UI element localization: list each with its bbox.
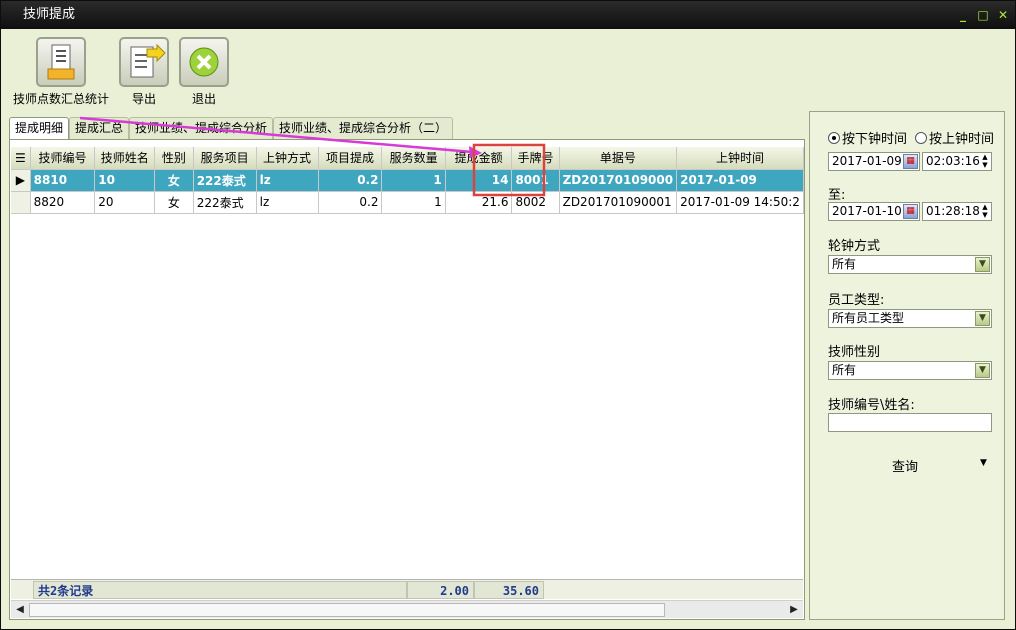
calendar-icon[interactable]: ▦: [903, 154, 918, 169]
export-icon: [119, 37, 169, 87]
annotation-overlay: [79, 116, 546, 197]
spinner-icon[interactable]: ▲ ▼: [980, 203, 990, 220]
exit-button[interactable]: 退出: [177, 33, 231, 107]
from-date-value: 2017-01-09: [832, 154, 902, 168]
report-stats-icon: [36, 37, 86, 87]
amount-total: 35.60: [474, 581, 544, 599]
radio-on-icon[interactable]: [828, 132, 840, 144]
calendar-icon[interactable]: ▦: [903, 204, 918, 219]
from-date-field[interactable]: 2017-01-09 ▦: [828, 152, 920, 171]
record-count: 共2条记录: [33, 581, 407, 599]
radio-label: 按下钟时间: [842, 132, 908, 147]
radio-checkin-time[interactable]: 按上钟时间: [915, 128, 994, 147]
scroll-right-icon[interactable]: ▶: [787, 603, 801, 617]
stats-button-label: 技师点数汇总统计: [12, 92, 109, 106]
tech-id-label: 技师编号\姓名:: [828, 398, 915, 413]
gender-select[interactable]: 所有 ▼: [828, 361, 992, 380]
highlight-box: [472, 143, 546, 197]
scroll-left-icon[interactable]: ◀: [13, 603, 27, 617]
to-label: 至:: [828, 188, 846, 203]
rotation-select[interactable]: 所有 ▼: [828, 255, 992, 274]
tab-commission-detail[interactable]: 提成明细: [9, 117, 70, 139]
spinner-icon[interactable]: ▲ ▼: [980, 153, 990, 170]
to-date-value: 2017-01-10: [832, 204, 902, 218]
grid-footer: 共2条记录 2.00 35.60: [11, 579, 803, 599]
staff-type-select[interactable]: 所有员工类型 ▼: [828, 309, 992, 328]
tech-id-input[interactable]: [828, 413, 992, 432]
stats-button[interactable]: 技师点数汇总统计: [9, 33, 113, 107]
toolbar: 技师点数汇总统计 导出 退出: [5, 33, 805, 109]
from-time-value: 02:03:16: [926, 154, 980, 168]
annotation-arrow: [79, 116, 473, 154]
from-time-field[interactable]: 02:03:16 ▲ ▼: [922, 152, 992, 171]
radio-label: 按上钟时间: [929, 132, 995, 147]
exit-button-label: 退出: [191, 92, 216, 106]
commission-grid: ☰ 技师编号 技师姓名 性别 服务项目 上钟方式 项目提成 服务数量 提成金额 …: [9, 116, 805, 620]
export-button[interactable]: 导出: [117, 33, 171, 107]
radio-off-icon[interactable]: [915, 132, 927, 144]
export-button-label: 导出: [131, 92, 156, 106]
close-icon[interactable]: ✕: [995, 7, 1011, 23]
staff-type-value: 所有员工类型: [832, 311, 905, 325]
query-button-label: 查询: [892, 460, 919, 475]
title-bar: 技师提成 _ □ ✕: [1, 1, 1015, 29]
gender-value: 所有: [832, 363, 857, 377]
minimize-icon[interactable]: _: [955, 7, 971, 23]
query-button[interactable]: 查询: [892, 456, 918, 475]
app-window: 技师提成 _ □ ✕ 技师点数汇总统计 导出 退出 提成明细 提成汇总 技师业绩…: [0, 0, 1016, 630]
radio-checkout-time[interactable]: 按下钟时间: [828, 128, 907, 147]
to-time-field[interactable]: 01:28:18 ▲ ▼: [922, 202, 992, 221]
gender-label: 技师性别: [828, 345, 881, 360]
rotation-value: 所有: [832, 257, 857, 271]
maximize-icon[interactable]: □: [975, 7, 991, 23]
horizontal-scrollbar[interactable]: ◀ ▶: [11, 600, 803, 618]
staff-type-label: 员工类型:: [828, 293, 885, 308]
chevron-down-icon[interactable]: ▼: [975, 363, 990, 378]
query-dropdown-icon[interactable]: ▼: [980, 458, 987, 468]
exit-icon: [179, 37, 229, 87]
window-title: 技师提成: [23, 7, 76, 22]
annotation-arrowhead: [469, 146, 482, 158]
to-time-value: 01:28:18: [926, 204, 980, 218]
qty-total: 2.00: [407, 581, 474, 599]
rotation-label: 轮钟方式: [828, 239, 881, 254]
to-date-field[interactable]: 2017-01-10 ▦: [828, 202, 920, 221]
filter-panel: 按下钟时间 按上钟时间 2017-01-09 ▦ 02:03:16 ▲ ▼ 至: …: [809, 111, 1005, 620]
chevron-down-icon[interactable]: ▼: [975, 311, 990, 326]
chevron-down-icon[interactable]: ▼: [975, 257, 990, 272]
scroll-thumb[interactable]: [29, 603, 665, 617]
